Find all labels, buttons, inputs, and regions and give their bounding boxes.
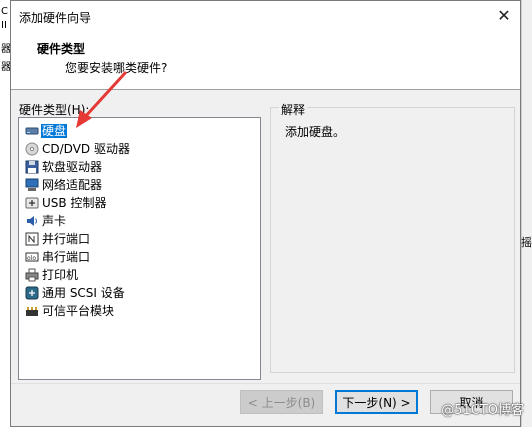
list-item-parallel-port[interactable]: 并行端口 <box>25 230 91 248</box>
usb-icon <box>25 196 39 210</box>
network-icon <box>25 178 39 192</box>
floppy-icon <box>25 160 39 174</box>
window-title: 添加硬件向导 <box>19 11 92 25</box>
page-subtitle: 您要安装哪类硬件? <box>65 61 168 75</box>
list-item-cd-dvd[interactable]: CD/DVD 驱动器 <box>25 140 131 158</box>
back-button[interactable]: < 上一步(B) <box>240 390 323 414</box>
close-icon[interactable]: ✕ <box>494 6 514 26</box>
next-button[interactable]: 下一步(N) > <box>335 390 418 414</box>
hard-disk-icon <box>25 124 39 138</box>
background-text: C <box>1 6 8 17</box>
serial-port-icon: olo <box>25 250 39 264</box>
list-item-hard-disk[interactable]: 硬盘 <box>25 122 68 140</box>
background-text: 摇 <box>521 236 532 249</box>
add-hardware-wizard-dialog: 添加硬件向导 ✕ 硬件类型 您要安装哪类硬件? 硬件类型(H): 硬盘 CD/D… <box>10 0 521 427</box>
list-item-usb[interactable]: USB 控制器 <box>25 194 107 212</box>
list-item-serial-port[interactable]: olo 串行端口 <box>25 248 91 266</box>
watermark: @51CTO博客 <box>441 403 524 418</box>
parallel-port-icon <box>25 232 39 246</box>
svg-text:olo: olo <box>27 255 36 262</box>
page-title: 硬件类型 <box>37 42 86 56</box>
explanation-group <box>270 107 515 373</box>
sound-icon <box>25 214 39 228</box>
tpm-icon <box>25 304 39 318</box>
explanation-title: 解释 <box>279 101 308 118</box>
scsi-icon <box>25 286 39 300</box>
list-item-floppy[interactable]: 软盘驱动器 <box>25 158 103 176</box>
background-text: II <box>1 20 7 31</box>
hardware-type-label: 硬件类型(H): <box>19 103 90 117</box>
background-window-right: 摇 <box>521 0 532 427</box>
list-item-network[interactable]: 网络适配器 <box>25 176 103 194</box>
list-item-tpm[interactable]: 可信平台模块 <box>25 302 115 320</box>
list-item-scsi[interactable]: 通用 SCSI 设备 <box>25 284 126 302</box>
wizard-header: 硬件类型 您要安装哪类硬件? <box>11 31 520 90</box>
explanation-text: 添加硬盘。 <box>285 125 346 139</box>
printer-icon <box>25 268 39 282</box>
hardware-type-list[interactable]: 硬盘 CD/DVD 驱动器 软盘驱动器 网络适配器 USB 控制器 声卡 并行端… <box>18 117 261 380</box>
list-item-printer[interactable]: 打印机 <box>25 266 79 284</box>
cd-dvd-icon <box>25 142 39 156</box>
footer-divider <box>11 383 520 384</box>
title-bar[interactable]: 添加硬件向导 ✕ <box>11 1 520 31</box>
list-item-sound[interactable]: 声卡 <box>25 212 67 230</box>
